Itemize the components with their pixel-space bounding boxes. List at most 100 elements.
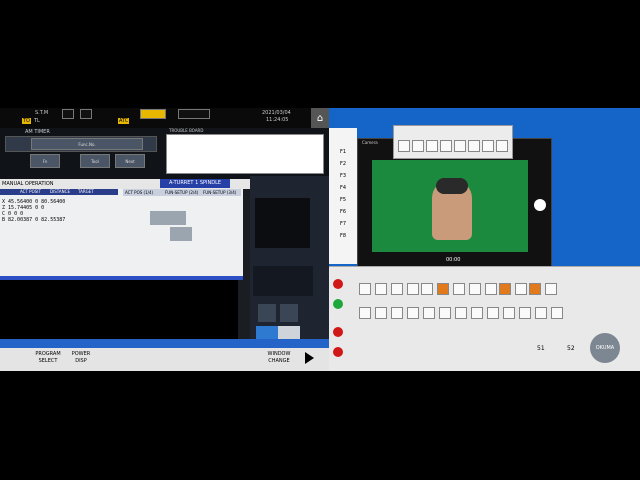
home-button[interactable]: ⌂: [311, 108, 329, 128]
program-select-key[interactable]: PROGRAM SELECT: [33, 351, 63, 365]
panel-key[interactable]: [487, 307, 499, 319]
f8-key[interactable]: F8: [332, 230, 354, 242]
tool-data-box-2: [253, 266, 313, 296]
panel-key[interactable]: [469, 283, 481, 295]
panel-key[interactable]: [407, 307, 419, 319]
trouble-board: TROUBLE BOARD: [166, 128, 324, 174]
topbar-item-atc: ATC: [118, 118, 130, 124]
tool-key[interactable]: [426, 140, 438, 152]
panel-key[interactable]: [439, 307, 451, 319]
cnc-topbar: S.T.M TO TL ATC 2021/03/04 11:24:05 ⌂: [0, 108, 329, 128]
topbar-item-tl: TL: [34, 118, 40, 124]
panel-key[interactable]: [545, 283, 557, 295]
position-table: ACT POSIT DISTANCE TARGET X 45.56400 0 8…: [0, 189, 243, 277]
column-act-header: ACT POSIT: [20, 189, 41, 194]
f5-key[interactable]: F5: [332, 194, 354, 206]
red-key[interactable]: [333, 279, 343, 289]
tool-key[interactable]: [440, 140, 452, 152]
function-key-strip: [0, 339, 329, 348]
f4-key[interactable]: F4: [332, 182, 354, 194]
panel-key[interactable]: [453, 283, 465, 295]
tool-button-a[interactable]: [258, 304, 276, 322]
orange-key[interactable]: [499, 283, 511, 295]
column-target-header: TARGET: [78, 189, 94, 194]
status-icon: [62, 109, 74, 119]
tab-fun-setup-2[interactable]: FUN-SETUP (2/4): [165, 190, 198, 195]
f-key-panel: F1 F2 F3 F4 F5 F6 F7 F8: [329, 128, 357, 264]
next-button[interactable]: Next: [115, 154, 145, 168]
topbar-item-stm: S.T.M: [35, 110, 49, 116]
alarm-badge: [140, 109, 166, 119]
window-change-key[interactable]: WINDOW CHANGE: [264, 351, 294, 365]
axis-rows: X 45.56400 0 80.56400 Z 15.74405 0 0 C 0…: [2, 199, 65, 223]
panel-key[interactable]: [423, 307, 435, 319]
tool-data-box: [255, 198, 310, 248]
tool-data-panel: [250, 176, 329, 346]
panel-key[interactable]: [375, 283, 387, 295]
tab-fun-setup-3[interactable]: FUN-SETUP (3/4): [203, 190, 236, 195]
tool-key[interactable]: [482, 140, 494, 152]
panel-key[interactable]: [391, 283, 403, 295]
panel-key[interactable]: [455, 307, 467, 319]
spindle-value-1: 51: [537, 345, 545, 352]
red-key[interactable]: [333, 327, 343, 337]
spindle-value-2: 52: [567, 345, 575, 352]
tab-act-pos[interactable]: ACT POS (1/4): [125, 190, 153, 195]
camera-timer: 00:00: [446, 257, 461, 263]
panel-key[interactable]: [519, 307, 531, 319]
fn-button[interactable]: Fn: [30, 154, 60, 168]
camera-title: Camera: [362, 140, 378, 145]
table-row: B 82.00387 0 82.55387: [2, 217, 66, 223]
tailstock-icon: [170, 227, 192, 241]
function-key-bar: PROGRAM SELECT POWER DISP WINDOW CHANGE: [0, 339, 329, 371]
toolbar-window: [393, 125, 513, 159]
tool-button-b[interactable]: [280, 304, 298, 322]
column-dist-header: DISTANCE: [50, 189, 70, 194]
f1-key[interactable]: F1: [332, 146, 354, 158]
green-key[interactable]: [333, 299, 343, 309]
panel-key[interactable]: [503, 307, 515, 319]
tool-key[interactable]: [398, 140, 410, 152]
tool-key[interactable]: [468, 140, 480, 152]
panel-key[interactable]: [471, 307, 483, 319]
record-button[interactable]: [534, 199, 546, 211]
panel-label: AM TIMER: [25, 129, 50, 135]
table-header-bar: ACT POSIT DISTANCE TARGET: [0, 189, 118, 195]
f2-key[interactable]: F2: [332, 158, 354, 170]
panel-key[interactable]: [485, 283, 497, 295]
topbar-time: 11:24:05: [266, 117, 289, 123]
tool-button[interactable]: Tool: [80, 154, 110, 168]
panel-key[interactable]: [515, 283, 527, 295]
power-disp-key[interactable]: POWER DISP: [66, 351, 96, 365]
panel-key[interactable]: [551, 307, 563, 319]
status-icon: [80, 109, 92, 119]
tool-key[interactable]: [412, 140, 424, 152]
headset: [436, 178, 468, 194]
home-icon: ⌂: [316, 112, 324, 124]
panel-key[interactable]: [391, 307, 403, 319]
tool-key[interactable]: [496, 140, 508, 152]
panel-key[interactable]: [535, 307, 547, 319]
panel-key[interactable]: [359, 307, 371, 319]
topbar-date: 2021/03/04: [262, 110, 291, 116]
topbar-item-to: TO: [22, 118, 31, 124]
orange-key[interactable]: [437, 283, 449, 295]
tab-bar: ACT POS (1/4) FUN-SETUP (2/4) FUN-SETUP …: [123, 189, 241, 196]
f7-key[interactable]: F7: [332, 218, 354, 230]
webcam-video: [372, 160, 528, 252]
status-indicators: [178, 109, 210, 119]
next-page-icon[interactable]: [305, 352, 314, 364]
red-key[interactable]: [333, 347, 343, 357]
panel-key[interactable]: [359, 283, 371, 295]
panel-key[interactable]: [407, 283, 419, 295]
panel-key[interactable]: [375, 307, 387, 319]
f6-key[interactable]: F6: [332, 206, 354, 218]
orange-key[interactable]: [529, 283, 541, 295]
f3-key[interactable]: F3: [332, 170, 354, 182]
chuck-icon: [150, 211, 186, 225]
tool-key[interactable]: [454, 140, 466, 152]
func-no-field[interactable]: Func.No.: [31, 138, 143, 150]
panel-key[interactable]: [421, 283, 433, 295]
trouble-board-label: TROUBLE BOARD: [169, 128, 204, 133]
func-panel: Func.No.: [5, 136, 157, 152]
